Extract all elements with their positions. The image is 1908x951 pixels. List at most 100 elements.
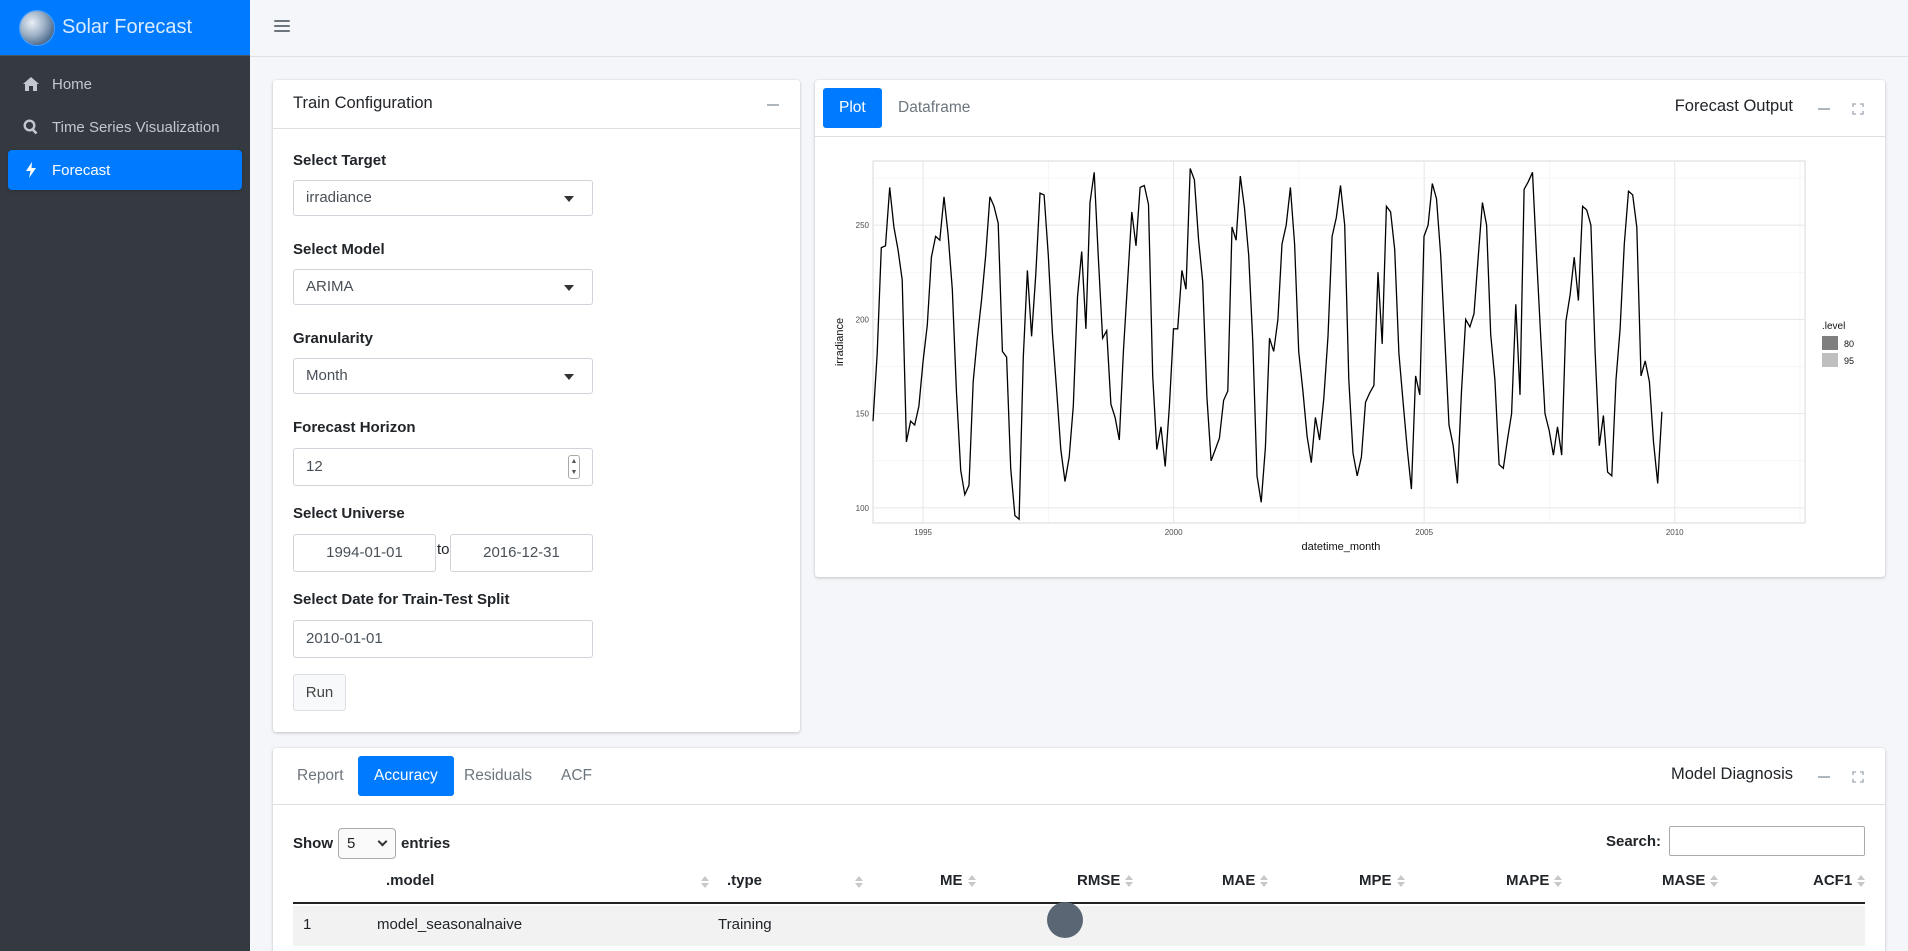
forecast-plot: 100 150 200 250 1995 2000 2005 2010 datetime_mo… bbox=[815, 137, 1885, 577]
tab-accuracy[interactable]: Accuracy bbox=[358, 756, 454, 796]
run-button[interactable]: Run bbox=[293, 674, 346, 711]
column-header-mpe[interactable]: MPE bbox=[1359, 872, 1405, 889]
caret-down-icon bbox=[564, 285, 574, 291]
target-select[interactable]: irradiance bbox=[293, 180, 593, 216]
universe-end-value: 2016-12-31 bbox=[483, 544, 560, 561]
sort-icon bbox=[1125, 874, 1134, 887]
card-header: Train Configuration bbox=[273, 80, 800, 129]
card-title: Forecast Output bbox=[1674, 97, 1793, 115]
show-label: Show bbox=[293, 835, 333, 852]
entries-label: entries bbox=[401, 835, 451, 852]
maximize-icon[interactable] bbox=[1851, 770, 1865, 784]
table-search: Search: bbox=[1606, 826, 1865, 856]
column-label: RMSE bbox=[1077, 872, 1121, 889]
collapse-icon[interactable] bbox=[1817, 770, 1831, 784]
column-header-me[interactable]: ME bbox=[940, 872, 976, 889]
target-select-value: irradiance bbox=[306, 189, 372, 206]
sidebar-item-forecast[interactable]: Forecast bbox=[8, 150, 242, 190]
sidebar: Solar Forecast Home Time Series Visualiz… bbox=[0, 0, 250, 951]
home-icon bbox=[20, 75, 42, 93]
train-configuration-card: Train Configuration Select Target irradi… bbox=[273, 80, 800, 732]
column-label: ACF1 bbox=[1813, 872, 1853, 889]
number-spinner-icon[interactable]: ▲ ▼ bbox=[568, 455, 580, 479]
column-label: .model bbox=[386, 872, 435, 889]
granularity-select[interactable]: Month bbox=[293, 358, 593, 394]
split-date-input[interactable]: 2010-01-01 bbox=[293, 620, 593, 658]
column-header-type[interactable]: .type bbox=[727, 872, 762, 889]
universe-end-input[interactable]: 2016-12-31 bbox=[450, 534, 593, 572]
horizon-label: Forecast Horizon bbox=[293, 419, 416, 436]
legend-title: .level bbox=[1822, 321, 1845, 332]
sidebar-item-time-series-visualization[interactable]: Time Series Visualization bbox=[8, 107, 242, 147]
legend-entry: 95 bbox=[1844, 356, 1854, 366]
cell-type: Training bbox=[718, 916, 772, 933]
search-input[interactable] bbox=[1669, 826, 1865, 856]
entries-control: Show 5 entries bbox=[293, 828, 450, 859]
universe-start-input[interactable]: 1994-01-01 bbox=[293, 534, 436, 572]
collapse-icon[interactable] bbox=[766, 98, 780, 112]
brand-link[interactable]: Solar Forecast bbox=[0, 0, 250, 56]
sort-icon[interactable] bbox=[855, 876, 863, 888]
column-label: ME bbox=[940, 872, 963, 889]
horizon-value: 12 bbox=[306, 458, 323, 475]
column-header-mape[interactable]: MAPE bbox=[1506, 872, 1563, 889]
column-header-acf1[interactable]: ACF1 bbox=[1813, 872, 1866, 889]
column-header-model[interactable]: .model bbox=[386, 872, 434, 889]
sort-icon bbox=[1710, 874, 1719, 887]
column-label: MAE bbox=[1222, 872, 1256, 889]
sidebar-item-label: Home bbox=[52, 75, 93, 93]
maximize-icon[interactable] bbox=[1851, 102, 1865, 116]
plot-panel bbox=[872, 160, 1806, 524]
split-date-value: 2010-01-01 bbox=[306, 630, 383, 647]
model-select-value: ARIMA bbox=[306, 278, 354, 295]
x-tick-label: 2010 bbox=[1666, 528, 1684, 537]
entries-select-value: 5 bbox=[347, 835, 356, 852]
legend: .level 80 95 bbox=[1822, 321, 1854, 367]
x-axis-label: datetime_month bbox=[1302, 541, 1381, 553]
sidebar-item-home[interactable]: Home bbox=[8, 64, 242, 104]
target-label: Select Target bbox=[293, 152, 387, 169]
caret-down-icon bbox=[564, 374, 574, 380]
column-header-mae[interactable]: MAE bbox=[1222, 872, 1269, 889]
y-tick-label: 250 bbox=[856, 221, 870, 230]
sidebar-nav: Home Time Series Visualization Forecast bbox=[0, 56, 250, 201]
caret-down-icon bbox=[564, 196, 574, 202]
tab-dataframe[interactable]: Dataframe bbox=[882, 88, 986, 128]
cell-model: model_seasonalnaive bbox=[377, 916, 523, 933]
column-header-rmse[interactable]: RMSE bbox=[1077, 872, 1134, 889]
table-header: .model .type ME RMSE MAE MPE MAPE MASE A… bbox=[293, 862, 1866, 904]
entries-select[interactable]: 5 bbox=[338, 828, 396, 859]
row-index: 1 bbox=[303, 916, 312, 933]
card-header: Plot Dataframe Forecast Output bbox=[815, 80, 1885, 137]
legend-swatch-95 bbox=[1822, 353, 1838, 367]
sort-icon bbox=[1857, 874, 1866, 887]
brand-title: Solar Forecast bbox=[62, 16, 193, 38]
globe-logo-icon bbox=[20, 10, 54, 45]
processing-indicator bbox=[1047, 902, 1083, 938]
sort-icon bbox=[1554, 874, 1563, 887]
y-tick-label: 100 bbox=[856, 504, 870, 513]
sidebar-item-label: Time Series Visualization bbox=[52, 118, 220, 136]
sort-icon[interactable] bbox=[701, 876, 709, 888]
card-title: Model Diagnosis bbox=[1671, 765, 1793, 783]
menu-toggle-icon[interactable] bbox=[274, 18, 290, 34]
tab-acf[interactable]: ACF bbox=[545, 756, 608, 796]
horizon-input[interactable]: 12 ▲ ▼ bbox=[293, 448, 593, 486]
card-title: Train Configuration bbox=[293, 94, 433, 112]
column-header-mase[interactable]: MASE bbox=[1662, 872, 1719, 889]
tab-plot[interactable]: Plot bbox=[823, 88, 882, 128]
forecast-chart: 100 150 200 250 1995 2000 2005 2010 datetime_mo… bbox=[834, 160, 1854, 553]
column-label: .type bbox=[727, 872, 763, 889]
legend-swatch-80 bbox=[1822, 336, 1838, 350]
tab-residuals[interactable]: Residuals bbox=[448, 756, 548, 796]
chevron-down-icon bbox=[377, 836, 388, 847]
universe-to-label: to bbox=[437, 541, 450, 558]
split-date-label: Select Date for Train-Test Split bbox=[293, 591, 510, 608]
collapse-icon[interactable] bbox=[1817, 102, 1831, 116]
model-select[interactable]: ARIMA bbox=[293, 269, 593, 305]
sort-icon bbox=[1396, 874, 1405, 887]
card-header: Report Accuracy Residuals ACF Model Diag… bbox=[273, 748, 1885, 805]
column-label: MASE bbox=[1662, 872, 1706, 889]
tab-report[interactable]: Report bbox=[281, 756, 360, 796]
x-tick-label: 2005 bbox=[1415, 528, 1433, 537]
